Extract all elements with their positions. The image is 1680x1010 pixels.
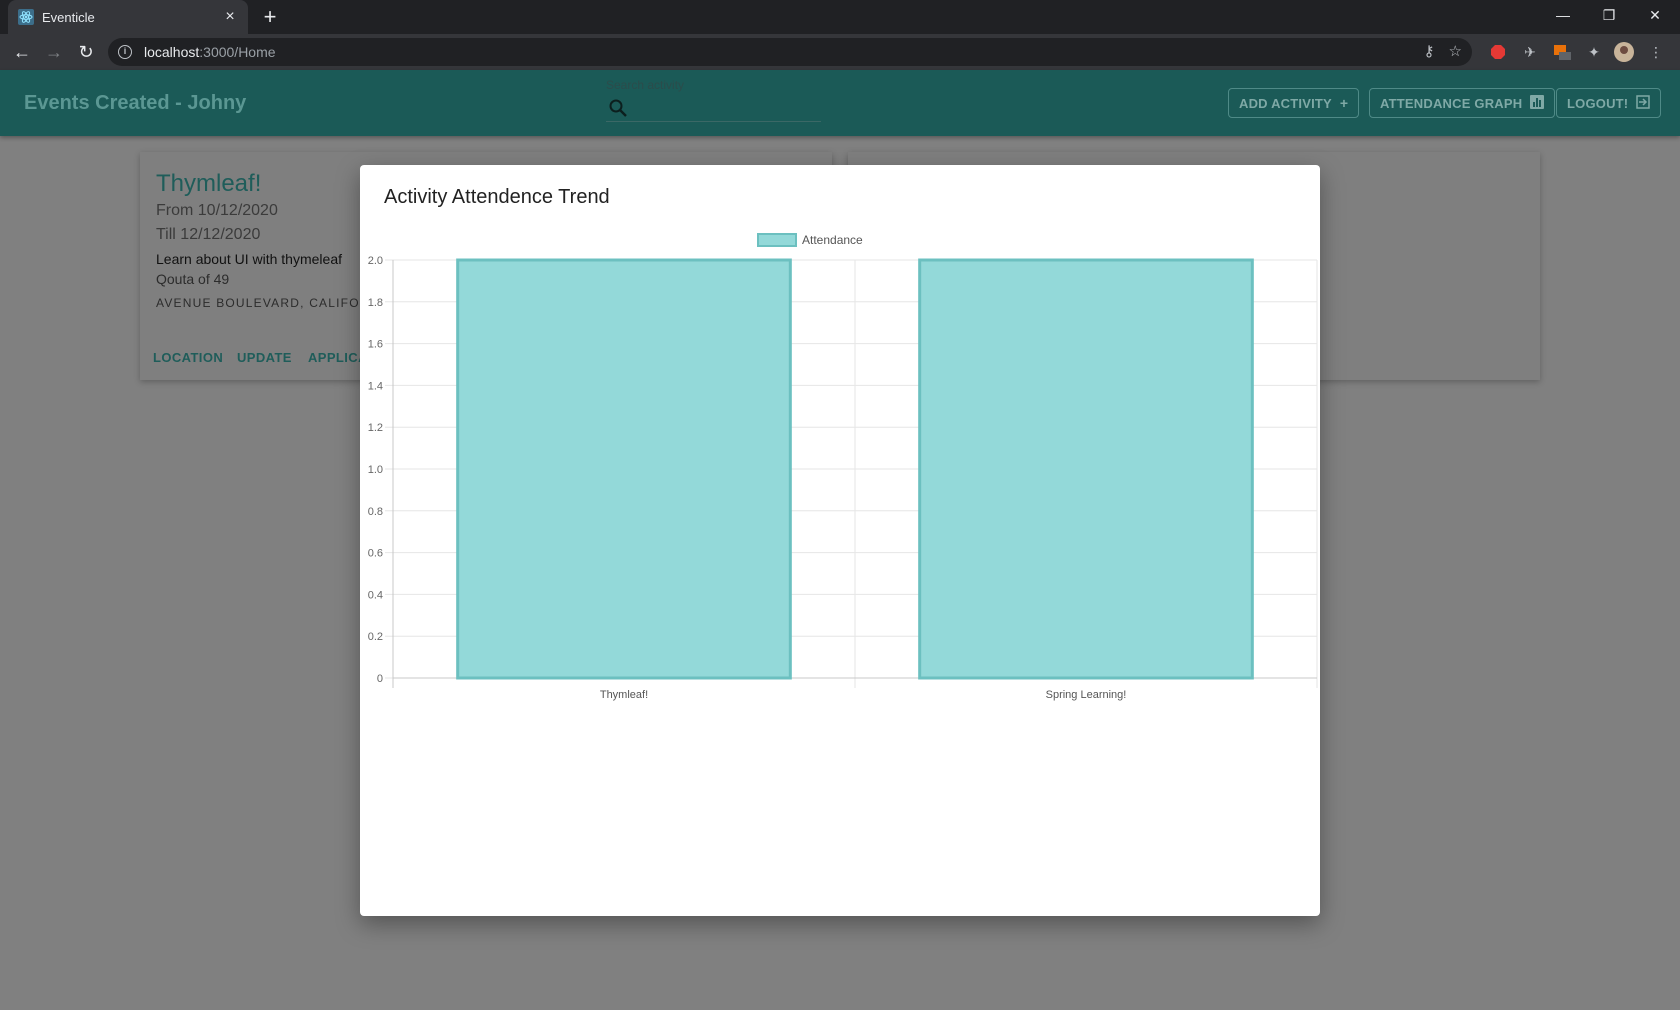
star-icon[interactable]: ☆ — [1449, 42, 1462, 60]
attendance-dialog: Activity Attendence Trend 0 0.2 0.4 0.6 0.8 1… — [360, 165, 1320, 916]
info-icon[interactable]: i — [118, 45, 132, 59]
card-title: Thymleaf! — [156, 170, 262, 197]
x-tick-label: Spring Learning! — [1046, 689, 1127, 701]
y-tick-label: 0.4 — [368, 589, 383, 601]
attendance-graph-label: ATTENDANCE GRAPH — [1380, 95, 1523, 111]
search-icon — [608, 98, 628, 118]
extension-icon[interactable]: ✈ — [1520, 42, 1540, 62]
tab-title: Eventicle — [42, 9, 95, 25]
add-activity-button[interactable]: ADD ACTIVITY + — [1228, 88, 1360, 118]
page-title: Events Created - Johny — [24, 92, 247, 114]
app-header: Events Created - Johny Search activity A… — [0, 70, 1680, 136]
logout-icon — [1636, 94, 1651, 112]
legend-swatch — [757, 233, 797, 247]
y-tick-label: 1.4 — [368, 380, 383, 392]
plus-icon: + — [1339, 95, 1349, 111]
address-bar[interactable]: i localhost:3000/Home ⚷ ☆ — [108, 38, 1472, 66]
search-field[interactable]: Search activity — [606, 78, 821, 122]
x-tick-label: Thymleaf! — [600, 689, 648, 701]
bar-1 — [918, 258, 1254, 680]
search-input[interactable] — [636, 98, 816, 118]
y-tick-label: 1.0 — [368, 464, 383, 476]
y-tick-label: 1.6 — [368, 339, 383, 351]
y-tick-label: 2.0 — [368, 255, 383, 267]
y-tick-label: 1.8 — [368, 297, 383, 309]
reload-icon[interactable]: ↻ — [72, 38, 100, 66]
extension-off-icon[interactable] — [1552, 42, 1572, 62]
menu-kebab-icon[interactable]: ⋮ — [1646, 42, 1666, 62]
card-from-date: From 10/12/2020 — [156, 202, 278, 219]
card-address: AVENUE BOULEVARD, CALIFORNI — [156, 296, 384, 310]
key-icon[interactable]: ⚷ — [1424, 42, 1435, 60]
forward-icon[interactable]: → — [40, 38, 68, 66]
card-description: Learn about UI with thymeleaf — [156, 251, 342, 267]
react-icon — [18, 9, 34, 25]
y-tick-label: 0.6 — [368, 548, 383, 560]
browser-titlebar: Eventicle × + — ❐ ✕ — [0, 0, 1680, 34]
y-tick-label: 1.2 — [368, 422, 383, 434]
y-tick-label: 0 — [377, 673, 383, 685]
close-window-icon[interactable]: ✕ — [1632, 0, 1678, 30]
logout-label: LOGOUT! — [1567, 95, 1629, 111]
card-quota: Qouta of 49 — [156, 271, 230, 287]
search-label: Search activity — [606, 78, 685, 92]
applicants-button[interactable]: APPLICA — [308, 350, 368, 365]
legend-label: Attendance — [802, 233, 863, 247]
update-button[interactable]: UPDATE — [237, 350, 292, 365]
bar-chart-icon — [1530, 94, 1545, 112]
puzzle-icon[interactable]: ✦ — [1584, 42, 1604, 62]
minimize-icon[interactable]: — — [1540, 0, 1586, 30]
url-host: localhost — [144, 44, 200, 60]
adblock-extension-icon[interactable] — [1488, 42, 1508, 62]
attendance-chart: 0 0.2 0.4 0.6 0.8 1.0 1.2 1.4 1.6 1.8 2.0 Thymleaf!… — [368, 233, 1318, 701]
browser-toolbar: ← → ↻ i localhost:3000/Home ⚷ ☆ ✈ ✦ ⋮ — [0, 34, 1680, 70]
avatar[interactable] — [1614, 42, 1634, 62]
attendance-graph-button[interactable]: ATTENDANCE GRAPH — [1369, 88, 1556, 118]
add-activity-label: ADD ACTIVITY — [1239, 95, 1332, 111]
logout-button[interactable]: LOGOUT! — [1556, 88, 1662, 118]
new-tab-button[interactable]: + — [258, 6, 282, 30]
restore-icon[interactable]: ❐ — [1586, 0, 1632, 30]
browser-tab[interactable]: Eventicle × — [8, 0, 248, 34]
y-tick-label: 0.2 — [368, 631, 383, 643]
url-path: :3000/Home — [199, 44, 276, 60]
close-tab-icon[interactable]: × — [222, 9, 238, 25]
bar-0 — [456, 258, 792, 680]
location-button[interactable]: LOCATION — [153, 350, 223, 365]
back-icon[interactable]: ← — [8, 38, 36, 66]
y-tick-label: 0.8 — [368, 506, 383, 518]
card-till-date: Till 12/12/2020 — [156, 226, 261, 243]
